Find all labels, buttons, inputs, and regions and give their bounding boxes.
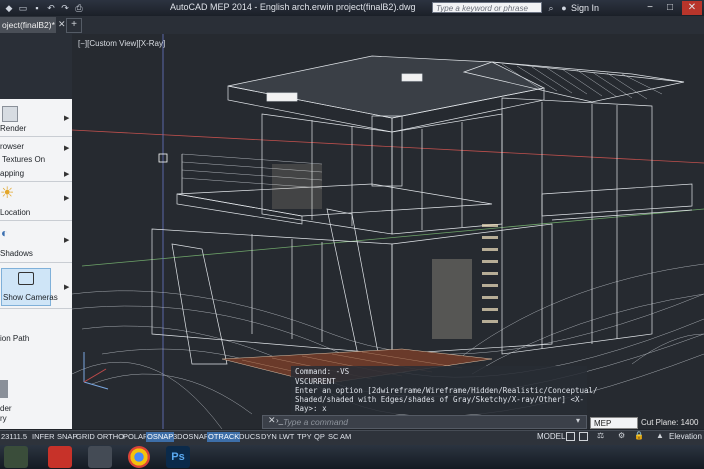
layout-icon[interactable]	[566, 432, 575, 441]
chevron-right-icon[interactable]: ▶	[64, 236, 69, 244]
elevation-icon: ▲	[656, 431, 664, 440]
open-icon[interactable]: ▭	[18, 3, 28, 13]
coordinates-readout[interactable]: 23111.5	[1, 432, 27, 441]
maximize-button[interactable]: □	[660, 1, 680, 15]
palette-item-shadows[interactable]: Shadows	[0, 249, 33, 258]
workspace-gear-icon[interactable]: ⚙	[618, 431, 625, 440]
dyn-toggle[interactable]: DYN	[260, 432, 278, 442]
command-line: Ray>: x	[295, 404, 327, 413]
chrome-icon[interactable]	[128, 446, 150, 468]
command-input[interactable]: Type a command	[283, 416, 583, 428]
shadows-icon[interactable]: ◐	[1, 226, 15, 240]
palette-header	[0, 34, 72, 99]
chevron-down-icon[interactable]: ▾	[576, 416, 580, 425]
palette-item-gallery[interactable]: ry	[0, 414, 7, 423]
sc-toggle[interactable]: SC	[327, 432, 339, 442]
search-icon[interactable]: ⌕	[546, 3, 556, 13]
infer-toggle[interactable]: INFER	[31, 432, 56, 442]
show-cameras-label: Show Cameras	[3, 293, 58, 302]
osnap-toggle[interactable]: OSNAP	[146, 432, 175, 442]
render-window-icon[interactable]	[0, 380, 8, 398]
camera-icon	[18, 272, 34, 285]
tab-document[interactable]: oject(finalB2)*	[0, 17, 56, 33]
ortho-toggle[interactable]: ORTHO	[96, 432, 125, 442]
chevron-right-icon[interactable]: ▶	[64, 114, 69, 122]
elevation-label[interactable]: Elevation	[669, 432, 702, 441]
ducs-toggle[interactable]: DUCS	[238, 432, 261, 442]
cut-plane-value: 1400	[680, 418, 699, 427]
plot-icon[interactable]: ⎙	[74, 3, 84, 13]
chevron-right-icon[interactable]: ▶	[64, 194, 69, 202]
close-icon[interactable]: ✕	[268, 415, 276, 426]
palette-item-mapping[interactable]: apping	[0, 169, 24, 178]
lwt-toggle[interactable]: LWT	[278, 432, 295, 442]
quick-view-icon[interactable]	[579, 432, 588, 441]
app-menu-icon[interactable]: ◆	[4, 3, 14, 13]
document-tab-bar	[0, 16, 704, 35]
grid-toggle[interactable]: GRID	[75, 432, 96, 442]
palette-divider	[0, 220, 72, 221]
start-app-icon[interactable]	[4, 446, 28, 468]
annotation-scale-icon[interactable]: ⚖	[597, 431, 604, 440]
palette-divider	[0, 136, 72, 137]
am-toggle[interactable]: AM	[339, 432, 352, 442]
redo-icon[interactable]: ↷	[60, 3, 70, 13]
save-icon[interactable]: ▪	[32, 3, 42, 13]
palette-item-motion-path[interactable]: ion Path	[0, 334, 29, 343]
qp-toggle[interactable]: QP	[313, 432, 326, 442]
palette-divider	[0, 181, 72, 182]
command-line: VSCURRENT	[295, 377, 336, 386]
cut-plane-readout: Cut Plane: 1400	[641, 418, 698, 427]
palette-divider	[0, 308, 72, 309]
palette-item-location[interactable]: Location	[0, 208, 30, 217]
command-line: Enter an option [2dwireframe/Wireframe/H…	[295, 386, 598, 395]
window-title: AutoCAD MEP 2014 - English arch.erwin pr…	[170, 2, 416, 12]
search-input[interactable]: Type a keyword or phrase	[432, 2, 542, 13]
photoshop-icon[interactable]: Ps	[166, 446, 190, 468]
cut-plane-label: Cut Plane:	[641, 418, 679, 427]
sun-icon[interactable]: ☀	[0, 185, 18, 203]
sign-in-button[interactable]: Sign In	[571, 3, 599, 13]
tab-close-icon[interactable]: ✕	[58, 19, 66, 30]
chevron-right-icon[interactable]: ▶	[64, 144, 69, 152]
palette-item-browser[interactable]: rowser	[0, 142, 24, 151]
lock-icon[interactable]: 🔒	[634, 431, 644, 440]
minimize-button[interactable]: −	[640, 1, 660, 15]
command-line: Shaded/shaded with Edges/shades of Gray/…	[295, 395, 584, 404]
media-player-icon[interactable]	[88, 446, 112, 468]
chevron-right-icon[interactable]: ▶	[64, 283, 69, 291]
autocad-icon[interactable]	[48, 446, 72, 468]
workspace-dropdown[interactable]: MEP Design	[590, 417, 638, 440]
undo-icon[interactable]: ↶	[46, 3, 56, 13]
palette-divider	[0, 262, 72, 263]
palette-item-render[interactable]: Render	[0, 124, 26, 133]
3dosnap-toggle[interactable]: 3DOSNAP	[172, 432, 210, 442]
new-tab-button[interactable]: +	[66, 18, 82, 33]
tpy-toggle[interactable]: TPY	[296, 432, 313, 442]
close-button[interactable]: ✕	[682, 1, 702, 15]
model-space-button[interactable]: MODEL	[537, 432, 565, 441]
chevron-right-icon[interactable]: ▶	[64, 170, 69, 178]
palette-item-textures[interactable]: Textures On	[2, 155, 45, 164]
user-icon[interactable]: ●	[559, 3, 569, 13]
otrack-toggle[interactable]: OTRACK	[207, 432, 241, 442]
render-icon[interactable]	[2, 106, 18, 122]
command-history-title: Command: -VS	[295, 367, 350, 376]
palette-item-render-window[interactable]: der	[0, 404, 12, 413]
viewport-controls-label[interactable]: [−][Custom View][X-Ray]	[78, 39, 165, 48]
